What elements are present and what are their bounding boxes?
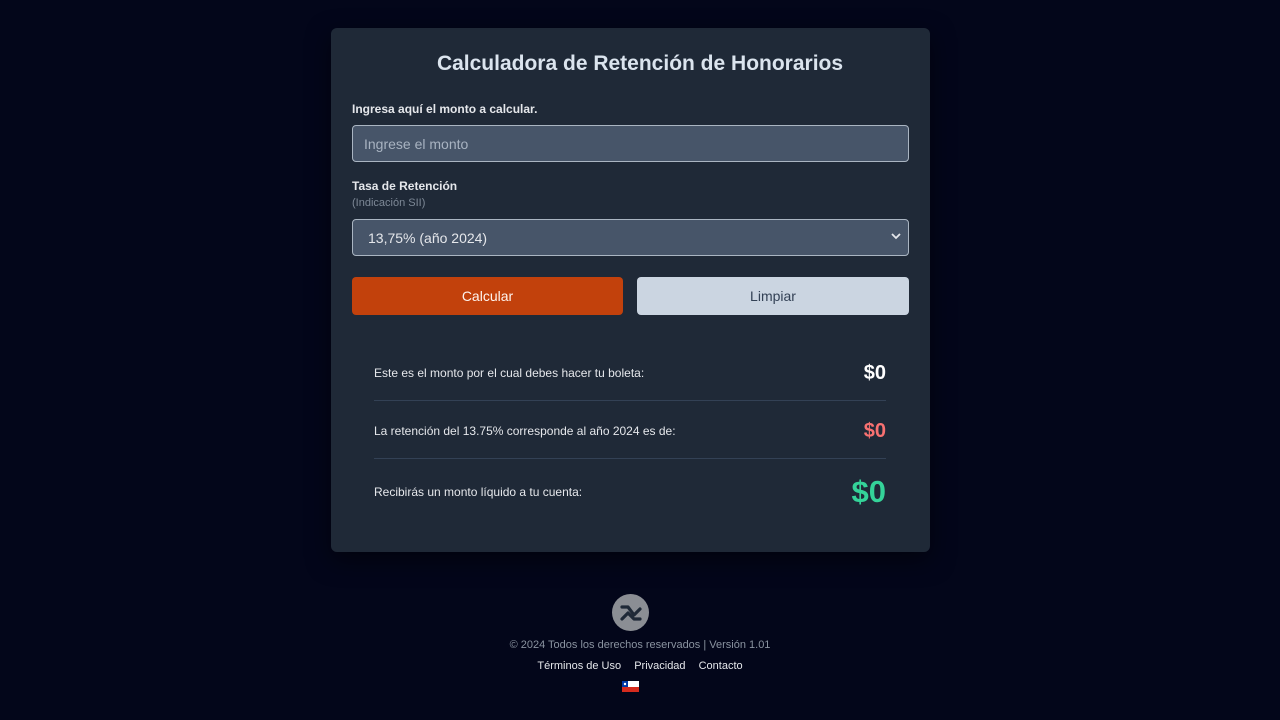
rate-sublabel: (Indicación SII) xyxy=(352,197,426,209)
divider xyxy=(374,458,886,459)
result-invoice-label: Este es el monto por el cual debes hacer… xyxy=(374,366,645,380)
rate-select-value: 13,75% (año 2024) xyxy=(368,229,488,246)
rate-select[interactable]: 13,75% (año 2024) xyxy=(352,219,909,256)
footer-links: Términos de Uso Privacidad Contacto xyxy=(0,660,1280,672)
result-row-net: Recibirás un monto líquido a tu cuenta: … xyxy=(374,472,886,512)
copyright-text: © 2024 Todos los derechos reservados | V… xyxy=(509,639,771,651)
result-net-label: Recibirás un monto líquido a tu cuenta: xyxy=(374,485,583,499)
divider xyxy=(374,400,886,401)
clear-button[interactable]: Limpiar xyxy=(637,277,909,315)
chile-flag-icon xyxy=(622,680,639,692)
result-row-retention: La retención del 13.75% corresponde al a… xyxy=(374,416,886,446)
amount-label: Ingresa aquí el monto a calcular. xyxy=(352,102,538,116)
terms-link[interactable]: Términos de Uso xyxy=(537,660,621,672)
result-net-value: $0 xyxy=(851,474,886,509)
result-retention-label: La retención del 13.75% corresponde al a… xyxy=(374,424,676,438)
privacy-link[interactable]: Privacidad xyxy=(634,660,685,672)
result-retention-value: $0 xyxy=(863,419,886,442)
chevron-down-icon xyxy=(891,232,901,243)
contact-link[interactable]: Contacto xyxy=(699,660,743,672)
page-title: Calculadora de Retención de Honorarios xyxy=(436,52,844,75)
amount-input[interactable] xyxy=(352,125,909,162)
result-invoice-value: $0 xyxy=(863,361,886,384)
calculate-button[interactable]: Calcular xyxy=(352,277,623,315)
result-row-invoice: Este es el monto por el cual debes hacer… xyxy=(374,358,886,388)
rate-label: Tasa de Retención xyxy=(352,179,458,193)
brand-logo-icon xyxy=(612,594,649,631)
